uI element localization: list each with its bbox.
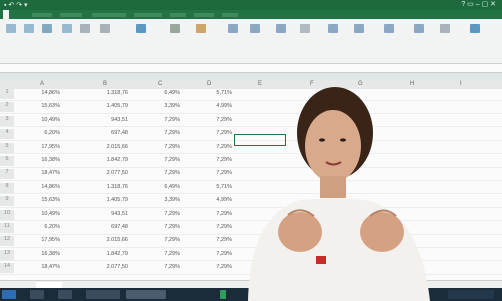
presenter-shirt [248, 198, 430, 301]
presenter-video-overlay [248, 87, 430, 301]
presenter-face [305, 110, 361, 182]
presenter-right-hand [360, 212, 404, 252]
presenter-left-hand [278, 212, 322, 252]
